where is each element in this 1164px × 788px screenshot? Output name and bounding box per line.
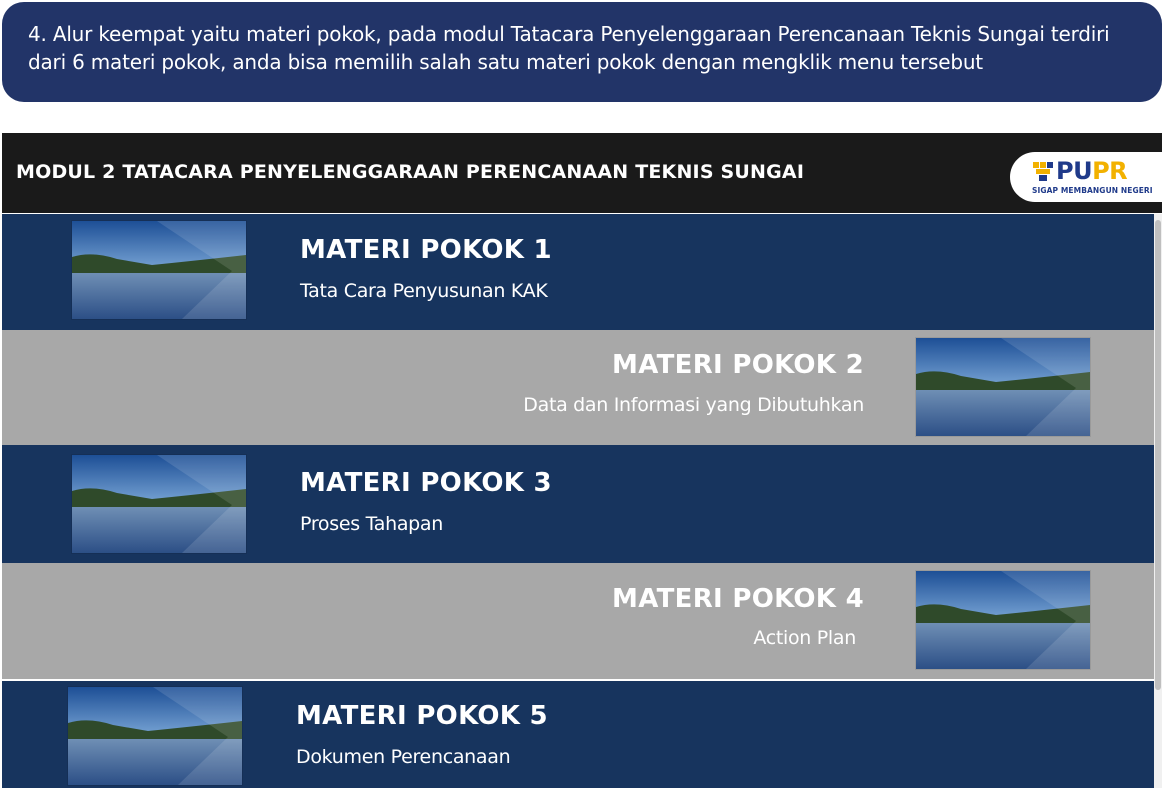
module-title: MODUL 2 TATACARA PENYELENGGARAAN PERENCA… [16,161,805,183]
materi-item-4[interactable]: MATERI POKOK 4 Action Plan [2,563,1154,679]
materi-title: MATERI POKOK 4 [612,584,864,614]
pupr-logo: PUPR SIGAP MEMBANGUN NEGERI [1010,152,1162,202]
materi-item-3[interactable]: MATERI POKOK 3 Proses Tahapan [2,445,1154,563]
materi-list: MATERI POKOK 1 Tata Cara Penyusunan KAK … [2,214,1154,788]
materi-title: MATERI POKOK 2 [612,350,864,380]
logo-tagline: SIGAP MEMBANGUN NEGERI [1032,186,1153,195]
materi-subtitle: Proses Tahapan [300,513,444,535]
materi-title: MATERI POKOK 3 [300,468,552,498]
materi-subtitle: Dokumen Perencanaan [296,746,511,768]
instruction-banner: 4. Alur keempat yaitu materi pokok, pada… [2,2,1162,102]
materi-subtitle: Tata Cara Penyusunan KAK [300,280,548,302]
river-landscape-image [68,687,242,785]
materi-title: MATERI POKOK 5 [296,701,548,731]
logo-word-accent: PR [1092,157,1128,185]
river-landscape-image [72,455,246,553]
materi-item-1[interactable]: MATERI POKOK 1 Tata Cara Penyusunan KAK [2,214,1154,330]
materi-item-2[interactable]: MATERI POKOK 2 Data dan Informasi yang D… [2,330,1154,445]
module-window: MODUL 2 TATACARA PENYELENGGARAAN PERENCA… [2,133,1162,788]
river-landscape-image [916,571,1090,669]
materi-item-5[interactable]: MATERI POKOK 5 Dokumen Perencanaan [2,681,1154,788]
module-header: MODUL 2 TATACARA PENYELENGGARAAN PERENCA… [2,133,1162,213]
river-landscape-image [916,338,1090,436]
river-landscape-image [72,221,246,319]
instruction-text: 4. Alur keempat yaitu materi pokok, pada… [28,22,1110,74]
logo-word-main: PU [1056,157,1093,185]
scrollbar[interactable] [1154,214,1162,788]
materi-subtitle: Data dan Informasi yang Dibutuhkan [523,394,864,416]
scrollbar-thumb[interactable] [1155,220,1161,690]
materi-title: MATERI POKOK 1 [300,235,552,265]
pupr-emblem-icon [1033,162,1053,181]
materi-subtitle: Action Plan [753,627,856,649]
